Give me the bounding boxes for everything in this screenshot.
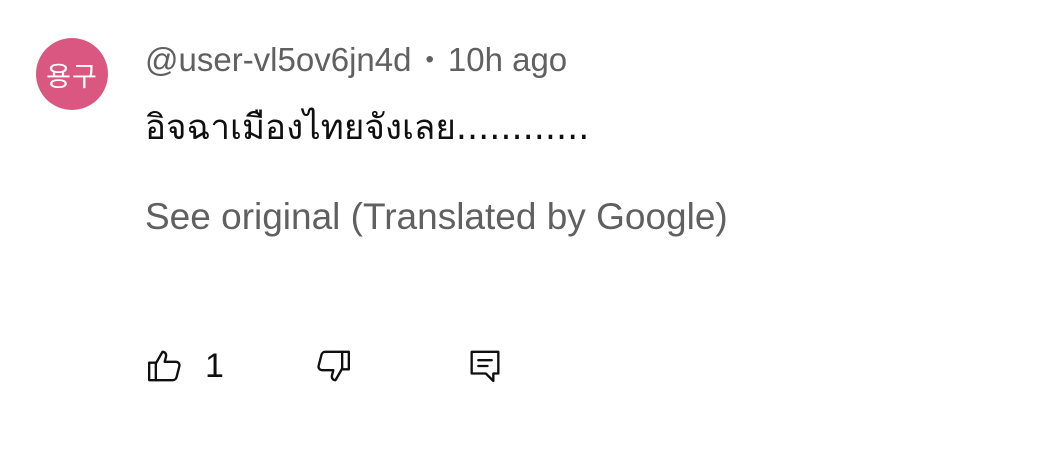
comment-text: อิจฉาเมืองไทยจังเลย............ [145, 108, 590, 148]
thumbs-up-icon [145, 346, 185, 386]
like-count: 1 [205, 346, 224, 385]
avatar[interactable]: 용구 [36, 38, 108, 110]
author-handle[interactable]: @user-vl5ov6jn4d [145, 41, 411, 79]
comment-thread-item: 용구 @user-vl5ov6jn4d • 10h ago อิจฉาเมือง… [0, 0, 1041, 459]
avatar-initials: 용구 [46, 61, 98, 93]
like-button[interactable]: 1 [145, 340, 224, 392]
dislike-button[interactable] [313, 340, 353, 392]
timestamp[interactable]: 10h ago [448, 41, 567, 79]
meta-separator: • [425, 46, 434, 73]
reply-button[interactable] [465, 340, 505, 392]
thumbs-down-icon [313, 346, 353, 386]
comment-action-bar: 1 [145, 340, 545, 392]
see-original-link[interactable]: See original (Translated by Google) [145, 196, 728, 238]
comment-header: @user-vl5ov6jn4d • 10h ago [145, 40, 567, 80]
reply-comment-icon [465, 346, 505, 386]
